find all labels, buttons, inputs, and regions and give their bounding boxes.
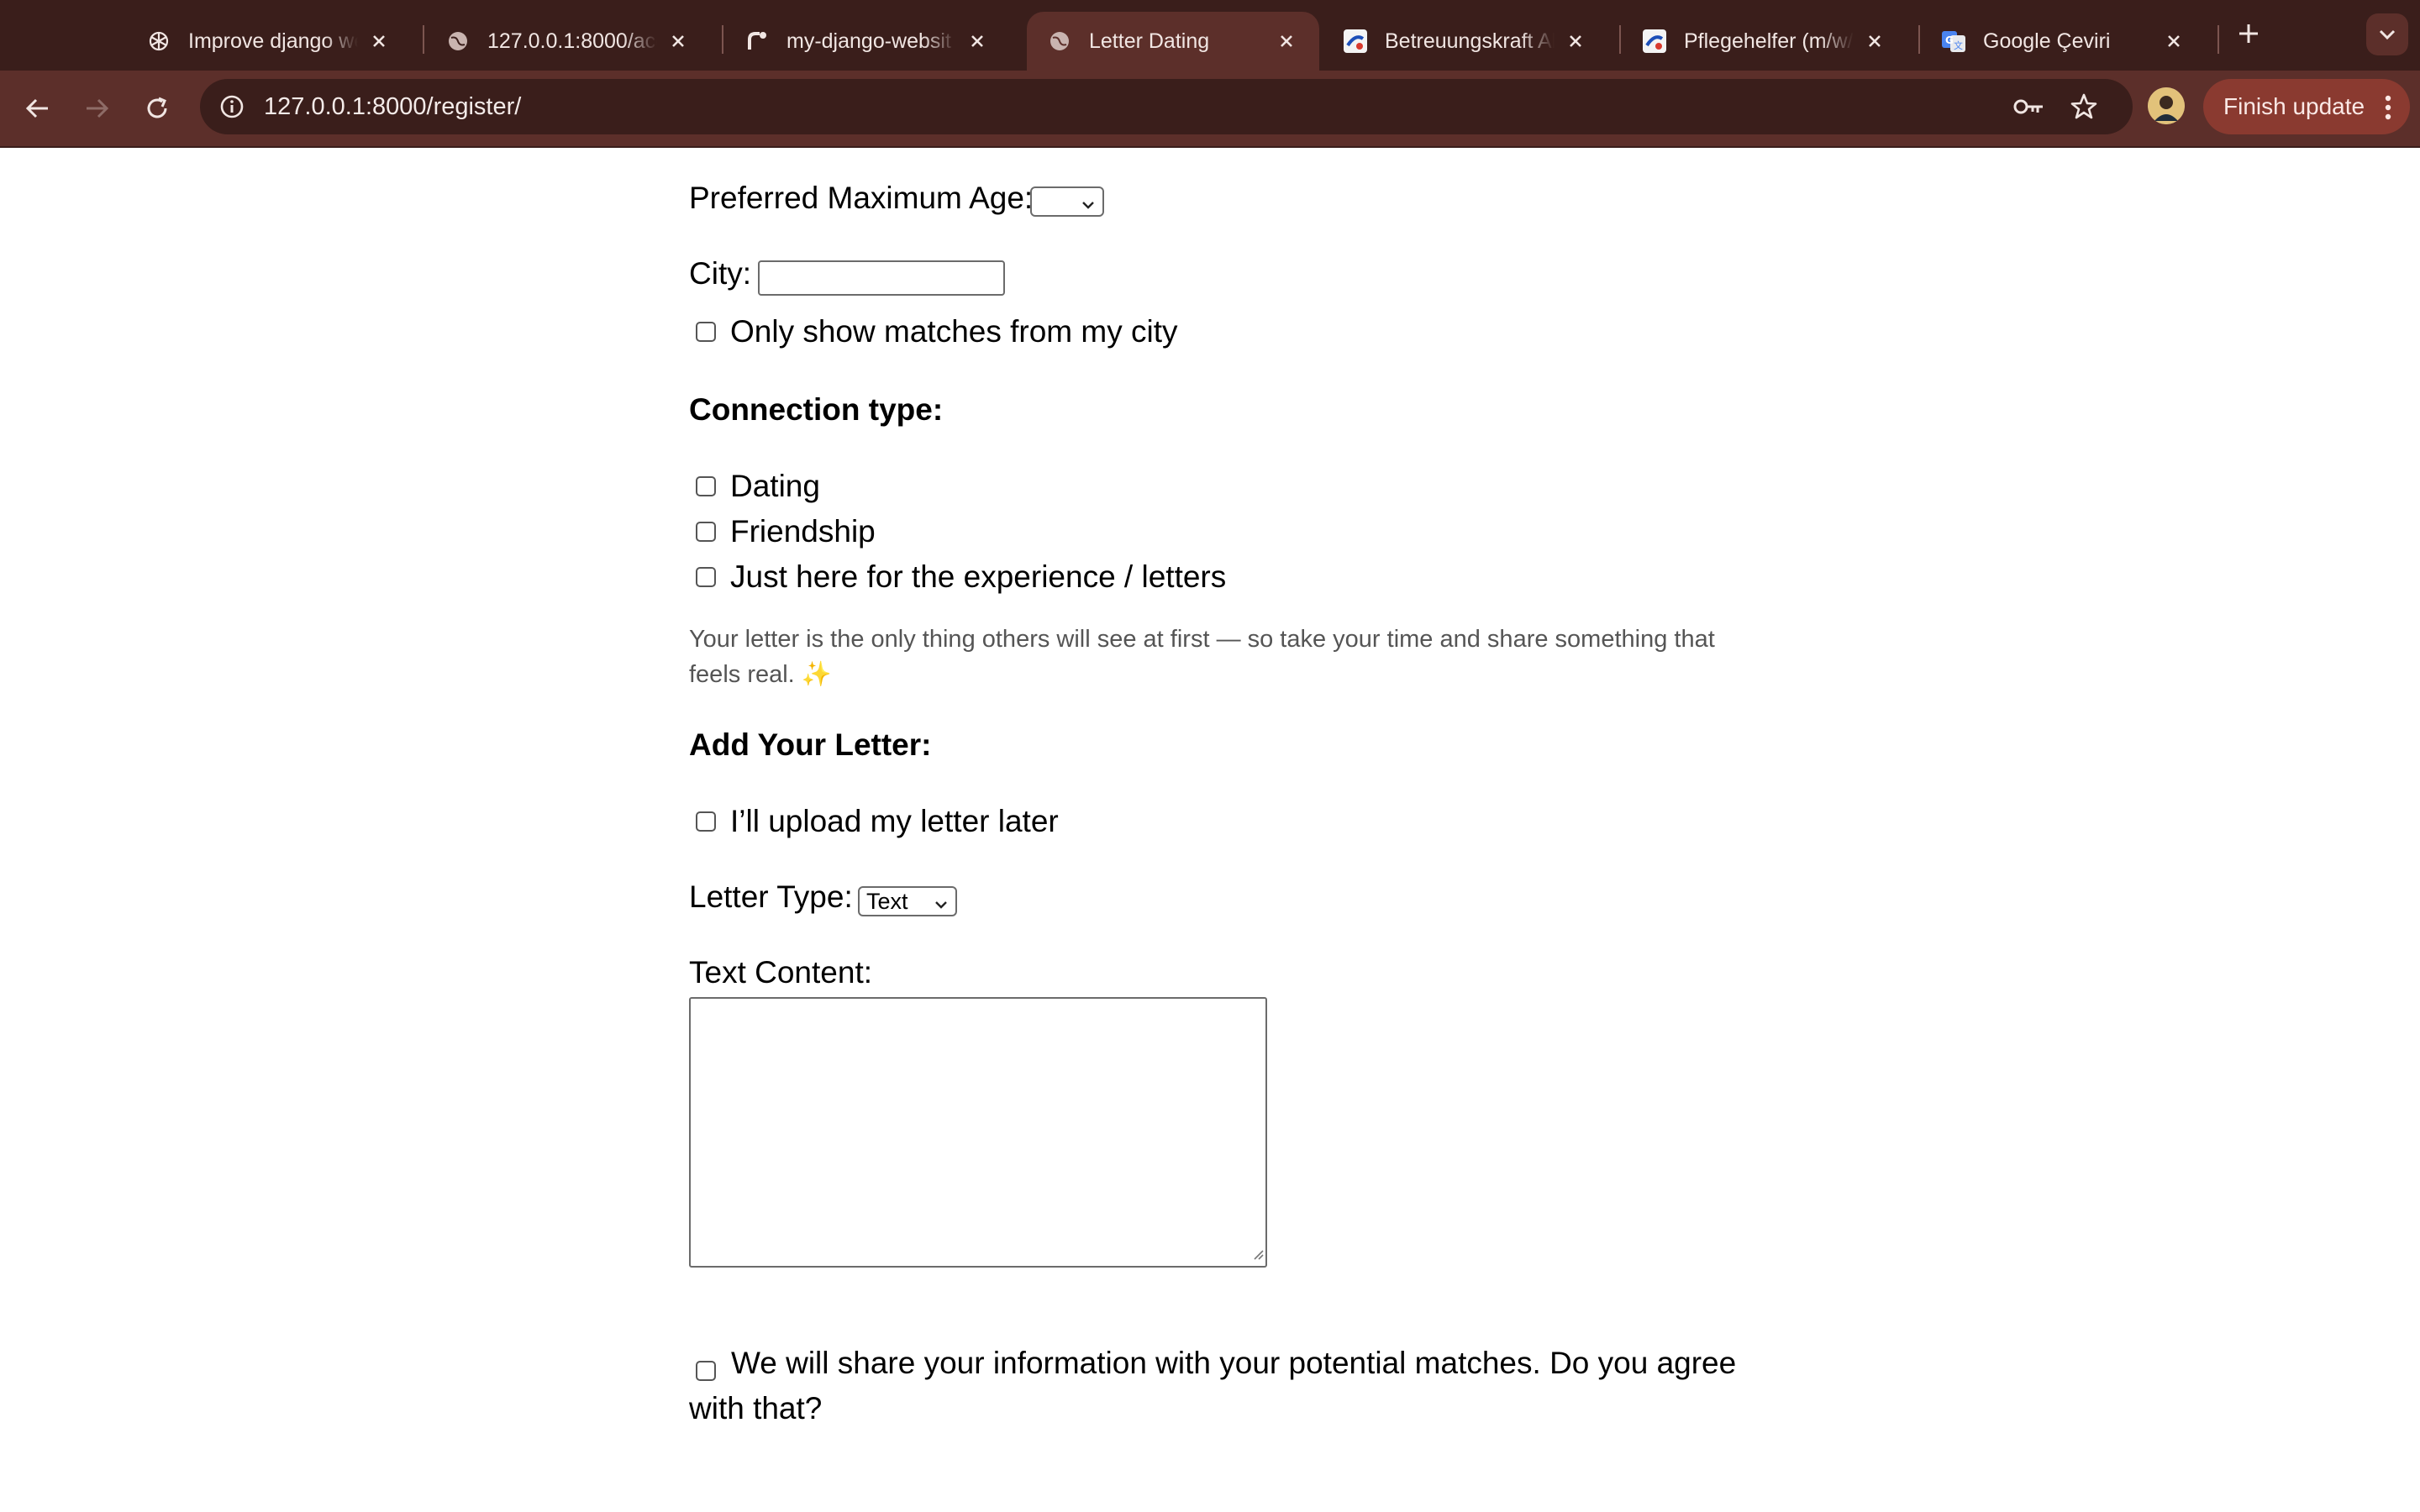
bookmark-star-icon[interactable] bbox=[2067, 90, 2101, 123]
tab-separator bbox=[1918, 25, 1920, 54]
only-city-label: Only show matches from my city bbox=[730, 314, 1178, 349]
browser-toolbar: 127.0.0.1:8000/register/ Finish update bbox=[0, 71, 2420, 148]
tab-title: Google Çeviri bbox=[1983, 29, 2111, 53]
tab-google-ceviri[interactable]: G文 Google Çeviri bbox=[1921, 12, 2207, 71]
agree-label: We will share your information with your… bbox=[689, 1346, 1737, 1425]
job-site-icon bbox=[1343, 29, 1368, 54]
plus-icon bbox=[2239, 24, 2258, 43]
close-tab-icon[interactable] bbox=[366, 29, 392, 54]
forward-button[interactable] bbox=[76, 87, 118, 129]
reload-button[interactable] bbox=[136, 87, 178, 129]
render-icon bbox=[744, 29, 770, 54]
globe-icon bbox=[445, 29, 471, 54]
tab-improve-django[interactable]: Improve django we bbox=[126, 12, 412, 71]
text-content-label: Text Content: bbox=[689, 955, 873, 990]
dating-checkbox[interactable] bbox=[696, 476, 716, 496]
svg-text:G: G bbox=[1945, 34, 1954, 46]
google-translate-icon: G文 bbox=[1941, 29, 1966, 54]
max-age-label: Preferred Maximum Age: bbox=[689, 181, 1034, 215]
job-site-icon bbox=[1642, 29, 1667, 54]
add-letter-heading: Add Your Letter: bbox=[689, 727, 932, 762]
arrow-left-icon bbox=[25, 98, 48, 118]
friendship-label: Friendship bbox=[730, 514, 876, 549]
page-content: Preferred Maximum Age: City: Only show m… bbox=[0, 148, 2420, 1512]
tab-strip: Improve django we 127.0.0.1:8000/acc my-… bbox=[0, 0, 2420, 71]
letter-type-label: Letter Type: bbox=[689, 879, 853, 914]
profile-avatar[interactable] bbox=[2148, 87, 2185, 124]
experience-label: Just here for the experience / letters bbox=[730, 559, 1227, 594]
tab-title: Letter Dating bbox=[1089, 29, 1210, 53]
reload-icon bbox=[147, 97, 167, 118]
close-tab-icon[interactable] bbox=[1274, 29, 1299, 54]
tab-search-button[interactable] bbox=[2366, 13, 2408, 55]
close-tab-icon[interactable] bbox=[666, 29, 691, 54]
tab-title: my-django-websit bbox=[786, 29, 951, 53]
chevron-down-icon bbox=[1081, 193, 1096, 219]
tab-separator bbox=[1619, 25, 1621, 54]
upload-later-label: I’ll upload my letter later bbox=[730, 804, 1059, 838]
experience-checkbox[interactable] bbox=[696, 567, 716, 587]
tab-title: 127.0.0.1:8000/acc bbox=[487, 29, 657, 53]
finish-update-label: Finish update bbox=[2223, 93, 2365, 119]
upload-later-checkbox[interactable] bbox=[696, 811, 716, 832]
letter-hint-text: Your letter is the only thing others wil… bbox=[689, 622, 1731, 692]
letter-type-select[interactable]: Text bbox=[858, 886, 957, 916]
tab-letter-dating[interactable]: Letter Dating bbox=[1027, 12, 1319, 71]
close-tab-icon[interactable] bbox=[2161, 29, 2186, 54]
tab-separator bbox=[2217, 25, 2219, 54]
back-button[interactable] bbox=[17, 87, 59, 129]
tab-my-django-website[interactable]: my-django-websit bbox=[724, 12, 1010, 71]
tab-localhost-accounts[interactable]: 127.0.0.1:8000/acc bbox=[425, 12, 711, 71]
new-tab-button[interactable] bbox=[2232, 17, 2265, 50]
tab-title: Pflegehelfer (m/w/d bbox=[1684, 29, 1854, 53]
dating-label: Dating bbox=[730, 469, 820, 503]
chevron-down-icon bbox=[934, 893, 949, 919]
tab-separator bbox=[722, 25, 723, 54]
globe-icon bbox=[1047, 29, 1072, 54]
city-input[interactable] bbox=[758, 260, 1005, 296]
hint-text: Your letter is the only thing others wil… bbox=[689, 626, 1715, 688]
chevron-down-icon bbox=[2379, 29, 2396, 40]
text-content-textarea[interactable] bbox=[689, 997, 1267, 1268]
password-key-icon[interactable] bbox=[2011, 90, 2048, 123]
resize-grip-icon[interactable] bbox=[1250, 1247, 1264, 1264]
max-age-select[interactable] bbox=[1030, 186, 1104, 217]
chatgpt-icon bbox=[146, 29, 171, 54]
sparkles-emoji: ✨ bbox=[801, 661, 832, 688]
more-options-icon[interactable] bbox=[2385, 95, 2391, 126]
svg-text:文: 文 bbox=[1954, 39, 1963, 51]
site-info-icon[interactable] bbox=[215, 90, 249, 123]
address-bar[interactable]: 127.0.0.1:8000/register/ bbox=[200, 79, 2133, 134]
close-tab-icon[interactable] bbox=[1862, 29, 1887, 54]
tab-pflegehelfer[interactable]: Pflegehelfer (m/w/d bbox=[1622, 12, 1907, 71]
tab-title: Betreuungskraft Al bbox=[1385, 29, 1555, 53]
letter-type-value: Text bbox=[866, 888, 908, 914]
arrow-right-icon bbox=[87, 98, 109, 118]
friendship-checkbox[interactable] bbox=[696, 522, 716, 542]
city-label: City: bbox=[689, 256, 751, 291]
tab-separator bbox=[423, 25, 424, 54]
close-tab-icon[interactable] bbox=[1563, 29, 1588, 54]
url-text[interactable]: 127.0.0.1:8000/register/ bbox=[264, 79, 521, 134]
connection-type-heading: Connection type: bbox=[689, 392, 944, 427]
tab-title: Improve django we bbox=[188, 29, 358, 53]
only-city-checkbox[interactable] bbox=[696, 322, 716, 342]
close-tab-icon[interactable] bbox=[965, 29, 990, 54]
tab-betreuungskraft[interactable]: Betreuungskraft Al bbox=[1323, 12, 1608, 71]
finish-update-button[interactable]: Finish update bbox=[2203, 79, 2410, 134]
